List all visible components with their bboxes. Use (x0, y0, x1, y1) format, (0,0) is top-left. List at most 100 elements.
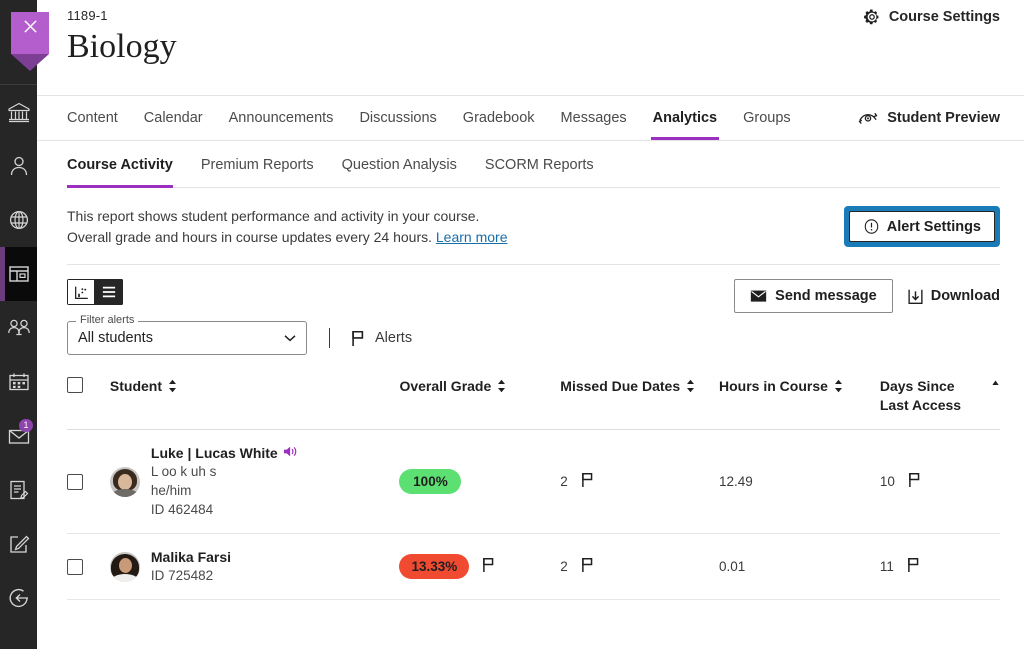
select-all-checkbox[interactable] (67, 377, 83, 393)
audio-pronunciation-icon (283, 445, 298, 458)
missed-due-dates-cell: 2 (560, 430, 719, 534)
subtab-course-activity[interactable]: Course Activity (67, 141, 187, 188)
sort-missed-due-dates-button[interactable] (686, 377, 695, 396)
sidebar-item-organizations[interactable] (0, 301, 37, 355)
alert-settings-button[interactable]: Alert Settings (849, 211, 995, 242)
chart-view-button[interactable] (67, 279, 95, 305)
sidebar-item-courses[interactable] (0, 247, 37, 301)
table-header-row: Student Overall Grade (67, 355, 1000, 430)
students-table-container[interactable]: Student Overall Grade (37, 355, 1024, 649)
hours-in-course-value: 12.49 (719, 474, 753, 489)
column-label: Days Since Last Access (880, 377, 985, 415)
table-head: Student Overall Grade (67, 355, 1000, 430)
name-pronunciation-button[interactable] (283, 444, 298, 462)
table-row[interactable]: Malika Farsi ID 725482 13.33% (67, 534, 1000, 600)
list-view-button[interactable] (95, 279, 123, 305)
missed-due-dates-value: 2 (560, 474, 568, 489)
subtab-label: Course Activity (67, 157, 173, 173)
sidebar-item-grades[interactable] (0, 463, 37, 517)
envelope-icon (750, 289, 767, 303)
row-checkbox[interactable] (67, 559, 83, 575)
sidebar-item-sign-out[interactable] (0, 571, 37, 625)
sort-overall-grade-button[interactable] (497, 377, 506, 396)
tab-calendar[interactable]: Calendar (131, 96, 216, 140)
sidebar-item-institution[interactable] (0, 85, 37, 139)
sidebar-item-calendar[interactable] (0, 355, 37, 409)
page-title: Biology (67, 27, 1000, 66)
status-badge: 100% (399, 469, 461, 494)
subtab-premium-reports[interactable]: Premium Reports (187, 141, 328, 188)
sort-days-since-last-access-button[interactable] (991, 377, 1000, 396)
course-nav-items: Content Calendar Announcements Discussio… (67, 96, 804, 140)
tab-label: Calendar (144, 110, 203, 126)
sidebar-item-tools[interactable] (0, 517, 37, 571)
tab-label: Discussions (359, 110, 436, 126)
globe-icon (7, 208, 31, 232)
close-sidebar-button[interactable] (11, 12, 49, 54)
column-hours-in-course: Hours in Course (719, 355, 880, 430)
main-content: 1189-1 Biology Course Settings Content C… (37, 0, 1024, 649)
table-row[interactable]: Luke | Lucas White (67, 430, 1000, 534)
course-settings-button[interactable]: Course Settings (863, 8, 1000, 26)
tab-label: Gradebook (463, 110, 535, 126)
hours-in-course-cell: 12.49 (719, 430, 880, 534)
sort-both-icon (686, 379, 695, 393)
column-overall-grade: Overall Grade (399, 355, 560, 430)
student-id: ID 462484 (151, 500, 298, 519)
subtab-label: SCORM Reports (485, 157, 594, 173)
days-since-last-access-cell: 11 (880, 534, 1000, 600)
sort-asc-icon (991, 379, 1000, 393)
toolbar-actions: Send message Download (734, 279, 1000, 313)
tab-content[interactable]: Content (67, 96, 131, 140)
alert-icon (863, 218, 880, 235)
grades-icon (7, 478, 31, 502)
student-id: ID 725482 (151, 566, 231, 585)
learn-more-link[interactable]: Learn more (436, 229, 508, 245)
column-label: Overall Grade (399, 377, 491, 396)
sidebar-item-profile[interactable] (0, 139, 37, 193)
student-preview-button[interactable]: Student Preview (857, 108, 1000, 128)
tab-analytics[interactable]: Analytics (640, 96, 730, 140)
tab-discussions[interactable]: Discussions (346, 96, 449, 140)
course-id: 1189-1 (67, 8, 1000, 23)
subtab-question-analysis[interactable]: Question Analysis (328, 141, 471, 188)
filter-row: Filter alerts All students Alerts (37, 313, 1024, 355)
row-checkbox[interactable] (67, 474, 83, 490)
sign-out-icon (7, 586, 31, 610)
send-message-button[interactable]: Send message (734, 279, 893, 313)
subtab-scorm-reports[interactable]: SCORM Reports (471, 141, 608, 188)
missed-due-dates-cell: 2 (560, 534, 719, 600)
days-since-last-access-value: 11 (880, 559, 894, 574)
sidebar-item-activity-stream[interactable] (0, 193, 37, 247)
close-icon (23, 19, 38, 34)
filter-alerts-select[interactable]: All students (67, 321, 307, 355)
chevron-down-icon (284, 330, 296, 346)
avatar (110, 467, 140, 497)
alert-settings-focus-ring: Alert Settings (844, 206, 1000, 247)
sort-student-button[interactable] (168, 377, 177, 396)
tab-groups[interactable]: Groups (730, 96, 804, 140)
select-all-header (67, 355, 110, 430)
student-phonetic: L oo k uh s (151, 462, 298, 481)
sidebar-item-messages[interactable]: 1 (0, 409, 37, 463)
tab-announcements[interactable]: Announcements (216, 96, 347, 140)
download-label: Download (931, 288, 1000, 304)
filter-alerts-select-wrap: Filter alerts All students (67, 321, 307, 355)
tab-messages[interactable]: Messages (548, 96, 640, 140)
tab-gradebook[interactable]: Gradebook (450, 96, 548, 140)
institution-icon (7, 100, 31, 124)
list-view-icon (101, 285, 117, 299)
scatter-chart-icon (74, 285, 89, 300)
status-badge: 13.33% (399, 554, 469, 579)
sort-hours-in-course-button[interactable] (834, 377, 843, 396)
subtab-label: Question Analysis (342, 157, 457, 173)
alert-flag-icon (580, 472, 594, 491)
report-description: This report shows student performance an… (37, 188, 1024, 264)
send-message-label: Send message (775, 288, 877, 304)
download-button[interactable]: Download (907, 288, 1000, 305)
student-preview-label: Student Preview (887, 110, 1000, 126)
student-name: Luke | Lucas White (151, 444, 278, 462)
tab-label: Announcements (229, 110, 334, 126)
column-label: Missed Due Dates (560, 377, 680, 396)
tab-label: Content (67, 110, 118, 126)
